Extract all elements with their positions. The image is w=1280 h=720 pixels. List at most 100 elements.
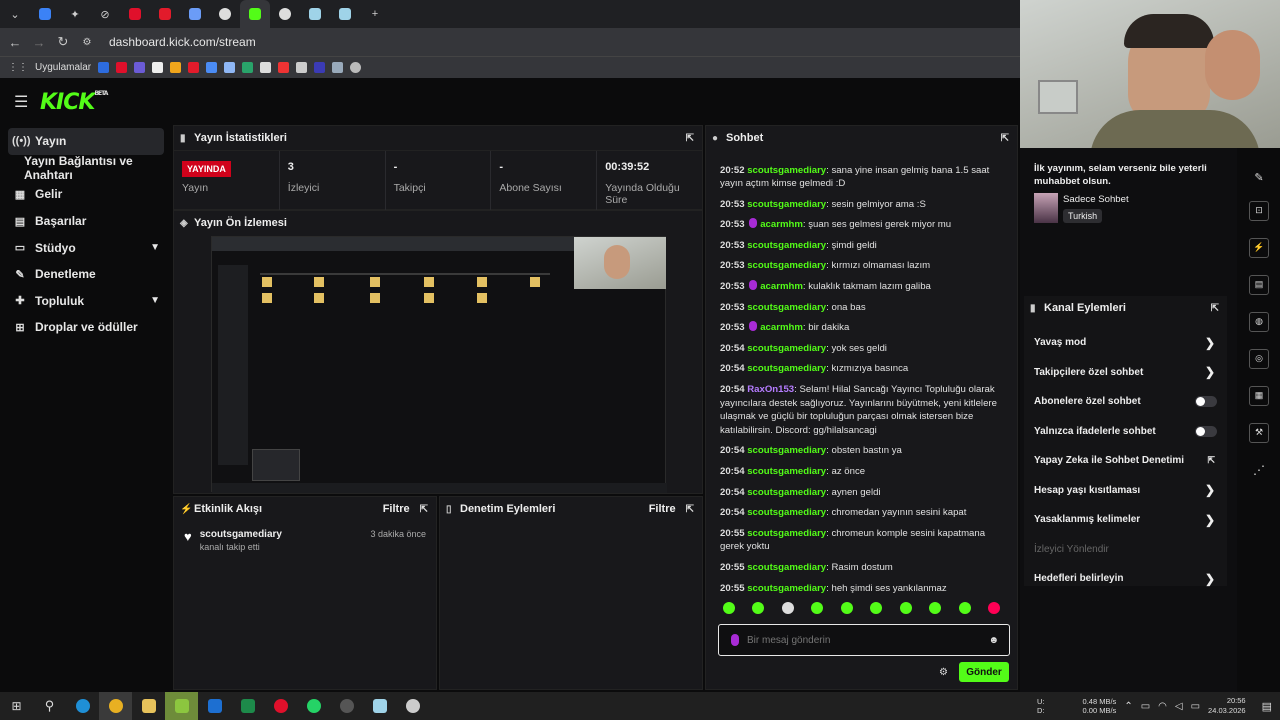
- sidebar-item-yayin[interactable]: ((•)) Yayın: [8, 128, 164, 155]
- volume-icon[interactable]: ◁: [1175, 701, 1183, 712]
- emote-icon[interactable]: [781, 602, 794, 614]
- taskbar-app[interactable]: [231, 692, 264, 720]
- browser-tab[interactable]: [180, 0, 210, 28]
- action-followers-only[interactable]: Takipçilere özel sohbet ❯: [1024, 358, 1227, 388]
- bookmark-icon[interactable]: [224, 62, 236, 73]
- sidebar-item-stream-key[interactable]: Yayın Bağlantısı ve Anahtarı: [0, 154, 172, 182]
- chat-bubble-icon[interactable]: ◍: [1249, 311, 1269, 332]
- preview-video[interactable]: [211, 236, 667, 493]
- clock[interactable]: 20:56 24.03.2026: [1208, 696, 1246, 716]
- browser-tab[interactable]: [120, 0, 150, 28]
- browser-tab[interactable]: [330, 0, 360, 28]
- action-account-age[interactable]: Hesap yaşı kısıtlaması ❯: [1024, 476, 1227, 506]
- chat-input-box[interactable]: ☻: [718, 624, 1010, 656]
- tray-chevron-icon[interactable]: ⌃: [1124, 701, 1132, 712]
- filter-button[interactable]: Filtre: [649, 503, 676, 515]
- bookmark-icon[interactable]: [98, 62, 110, 73]
- taskbar-app[interactable]: [66, 692, 99, 720]
- bookmark-icon[interactable]: [170, 62, 182, 73]
- emote-icon[interactable]: [870, 602, 883, 614]
- popout-icon[interactable]: ⇱: [686, 504, 694, 515]
- browser-tab[interactable]: [210, 0, 240, 28]
- category-thumbnail[interactable]: [1034, 193, 1058, 223]
- bookmark-icon[interactable]: [296, 62, 308, 73]
- popout-icon[interactable]: ⇱: [420, 504, 428, 515]
- emote-icon[interactable]: [752, 602, 765, 614]
- emote-icon[interactable]: [958, 602, 971, 614]
- message-username[interactable]: scoutsgamediary: [747, 528, 826, 539]
- message-username[interactable]: scoutsgamediary: [747, 240, 826, 251]
- message-username[interactable]: acarmhm: [760, 322, 803, 333]
- stream-category[interactable]: Sadece Sohbet: [1063, 194, 1129, 205]
- edit-pencil-icon[interactable]: ✎: [1238, 162, 1280, 192]
- action-set-goals[interactable]: Hedefleri belirleyin ❯: [1024, 564, 1227, 594]
- site-info-icon[interactable]: ⚙: [75, 37, 99, 48]
- wifi-icon[interactable]: ◠: [1158, 701, 1167, 712]
- sidebar-item-denetleme[interactable]: ✎ Denetleme: [0, 261, 172, 288]
- network-icon[interactable]: ▭: [1141, 701, 1150, 712]
- new-tab-button[interactable]: +: [360, 0, 390, 28]
- chat-message-input[interactable]: [747, 634, 989, 646]
- battery-icon[interactable]: ▭: [1191, 701, 1200, 712]
- apps-grid-icon[interactable]: ⋮⋮: [8, 62, 28, 73]
- sidebar-item-droplar[interactable]: ⊞ Droplar ve ödüller: [0, 314, 172, 341]
- message-username[interactable]: scoutsgamediary: [747, 165, 826, 176]
- sidebar-item-topluluk[interactable]: ✚ Topluluk ▼: [0, 288, 172, 315]
- layout-icon[interactable]: ▦: [1249, 385, 1269, 406]
- taskbar-app[interactable]: [132, 692, 165, 720]
- emote-icon[interactable]: [899, 602, 912, 614]
- send-button[interactable]: Gönder: [959, 662, 1009, 682]
- message-username[interactable]: scoutsgamediary: [747, 507, 826, 518]
- sidebar-item-studyo[interactable]: ▭ Stüdyo ▼: [0, 234, 172, 261]
- taskbar-app[interactable]: [264, 692, 297, 720]
- forward-arrow-icon[interactable]: →: [27, 35, 51, 50]
- message-username[interactable]: scoutsgamediary: [747, 343, 826, 354]
- browser-tab[interactable]: [300, 0, 330, 28]
- bookmark-icon[interactable]: [350, 62, 362, 73]
- bookmark-icon[interactable]: [206, 62, 218, 73]
- sidebar-item-gelir[interactable]: ▦ Gelir: [0, 181, 172, 208]
- emote-icon[interactable]: [929, 602, 942, 614]
- popout-icon[interactable]: ⇱: [1001, 133, 1009, 144]
- back-arrow-icon[interactable]: ←: [3, 35, 27, 50]
- kick-logo[interactable]: KICKBETA: [40, 90, 108, 115]
- broadcast-icon[interactable]: ◎: [1249, 348, 1269, 369]
- action-ai-moderation[interactable]: Yapay Zeka ile Sohbet Denetimi ⇱: [1024, 446, 1227, 476]
- message-username[interactable]: scoutsgamediary: [747, 260, 826, 271]
- popout-icon[interactable]: ⇱: [686, 133, 694, 144]
- search-button[interactable]: ⚲: [33, 692, 66, 720]
- bookmark-icon[interactable]: [242, 62, 254, 73]
- subscribers-only-toggle[interactable]: [1195, 396, 1217, 408]
- browser-tab[interactable]: ✦: [60, 0, 90, 28]
- message-username[interactable]: scoutsgamediary: [747, 445, 826, 456]
- stream-tag[interactable]: Turkish: [1063, 209, 1103, 223]
- browser-tab[interactable]: [270, 0, 300, 28]
- event-user[interactable]: scoutsgamediary: [200, 529, 282, 540]
- browser-tab[interactable]: [30, 0, 60, 28]
- action-slow-mode[interactable]: Yavaş mod ❯: [1024, 328, 1227, 358]
- message-username[interactable]: RaxOn153: [747, 384, 794, 395]
- taskbar-app[interactable]: [297, 692, 330, 720]
- menu-icon[interactable]: ☰: [14, 92, 36, 112]
- message-username[interactable]: scoutsgamediary: [747, 302, 826, 313]
- clip-icon[interactable]: ⊡: [1249, 200, 1269, 221]
- emote-icon[interactable]: [840, 602, 853, 614]
- message-username[interactable]: scoutsgamediary: [747, 487, 826, 498]
- taskbar-app[interactable]: [165, 692, 198, 720]
- emote-icon[interactable]: [722, 602, 735, 614]
- bookmark-icon[interactable]: [278, 62, 290, 73]
- message-username[interactable]: scoutsgamediary: [747, 583, 826, 594]
- emote-only-toggle[interactable]: [1195, 425, 1217, 437]
- share-icon[interactable]: ⋰: [1238, 451, 1280, 488]
- bookmark-icon[interactable]: [134, 62, 146, 73]
- mic-icon[interactable]: [731, 634, 739, 646]
- taskbar-app[interactable]: [363, 692, 396, 720]
- sidebar-item-basarilar[interactable]: ▤ Başarılar: [0, 208, 172, 235]
- emote-icon[interactable]: [988, 602, 1001, 614]
- taskbar-app[interactable]: [330, 692, 363, 720]
- message-username[interactable]: scoutsgamediary: [747, 363, 826, 374]
- taskbar-app-active[interactable]: [99, 692, 132, 720]
- popout-icon[interactable]: ⇱: [1211, 303, 1219, 314]
- taskbar-app[interactable]: [396, 692, 429, 720]
- clipboard-icon[interactable]: ▤: [1249, 274, 1269, 295]
